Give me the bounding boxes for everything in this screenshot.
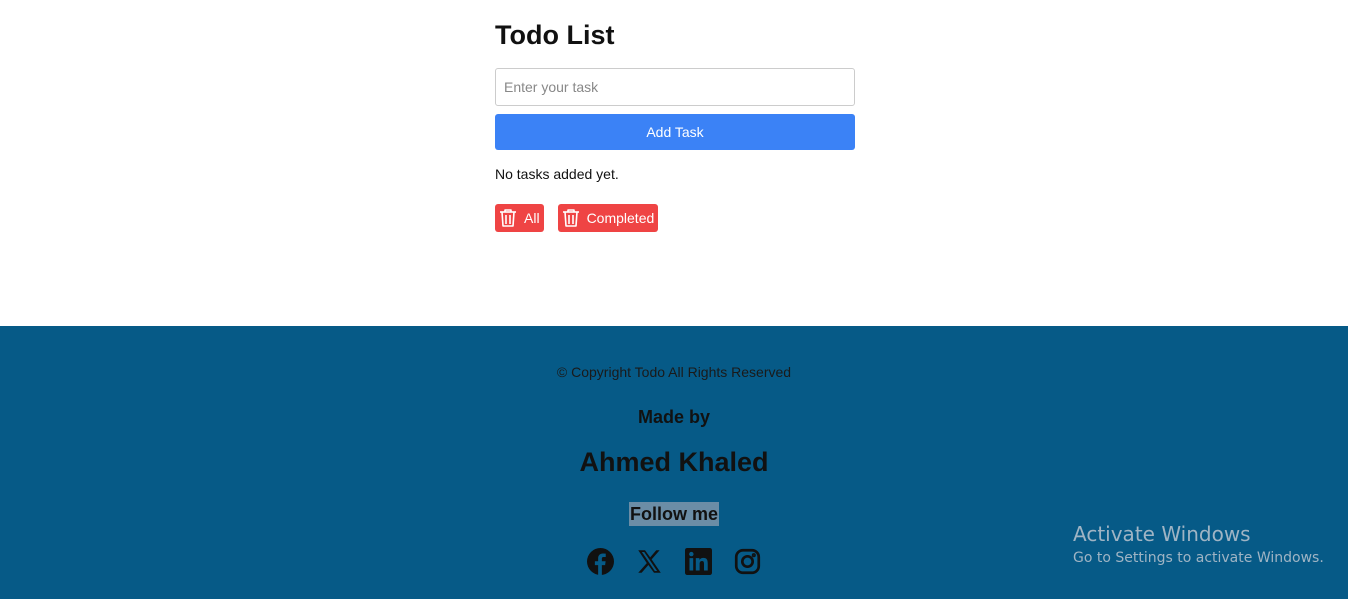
follow-heading: Follow me (628, 502, 719, 526)
delete-all-button[interactable]: All (495, 204, 544, 232)
made-by-heading: Made by (637, 407, 711, 427)
delete-all-label: All (524, 210, 540, 226)
delete-completed-button[interactable]: Completed (557, 204, 659, 232)
task-input[interactable] (495, 68, 855, 106)
facebook-icon[interactable] (587, 548, 614, 575)
delete-completed-label: Completed (586, 210, 655, 226)
add-task-button[interactable]: Add Task (495, 114, 855, 150)
delete-actions: All Completed (495, 204, 659, 232)
x-icon[interactable] (636, 548, 663, 575)
linkedin-icon[interactable] (685, 548, 712, 575)
author-name: Ahmed Khaled (579, 447, 769, 477)
activate-windows-watermark: Activate Windows Go to Settings to activ… (1073, 522, 1324, 566)
empty-tasks-message: No tasks added yet. (495, 166, 619, 182)
main-section: Todo List Add Task No tasks added yet. A… (0, 0, 1348, 326)
footer: © Copyright Todo All Rights Reserved Mad… (0, 326, 1348, 599)
page-title: Todo List (495, 20, 615, 50)
instagram-icon[interactable] (734, 548, 761, 575)
trash-icon (499, 208, 517, 228)
copyright-text: © Copyright Todo All Rights Reserved (556, 364, 792, 380)
watermark-title: Activate Windows (1073, 522, 1251, 546)
trash-icon (562, 208, 580, 228)
watermark-subtitle: Go to Settings to activate Windows. (1073, 550, 1324, 566)
